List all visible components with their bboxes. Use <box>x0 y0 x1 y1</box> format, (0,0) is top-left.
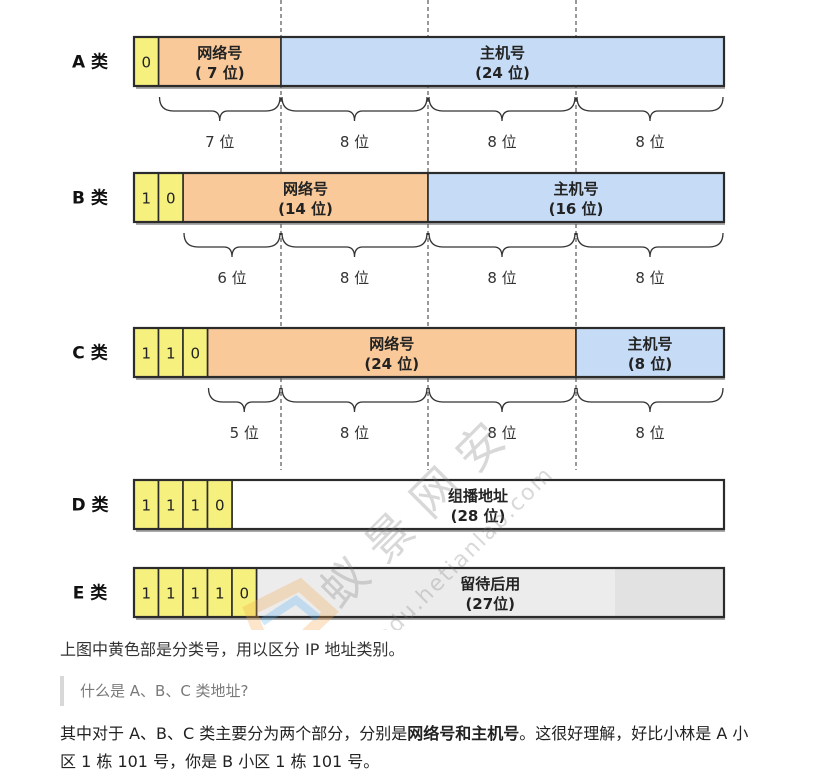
brace-bit-count: 8 位 <box>635 133 664 151</box>
bit-brace <box>207 387 281 413</box>
class-bit-value: 1 <box>215 585 225 603</box>
bit-brace <box>428 232 576 258</box>
bit-brace <box>183 232 281 258</box>
reserved-bits: (27位) <box>465 595 515 613</box>
reserved-title: 留待后用 <box>460 575 520 593</box>
brace-bit-count: 7 位 <box>205 133 234 151</box>
class-bit-value: 1 <box>166 345 176 363</box>
class-bit-value: 0 <box>190 345 200 363</box>
reserved-shade <box>615 569 723 616</box>
bit-brace <box>158 96 281 122</box>
class-bit-value: 1 <box>141 345 151 363</box>
brace-bit-count: 8 位 <box>340 133 369 151</box>
class-row: B 类 网络号 (14 位) 主机号 (16 位) 1 0 6 位 8 位 8 位 8 位 <box>72 171 726 287</box>
bit-brace <box>281 96 428 122</box>
brace-bit-count: 8 位 <box>635 424 664 442</box>
network-title: 网络号 <box>369 335 414 353</box>
network-bits: (14 位) <box>278 200 333 218</box>
host-bits: (16 位) <box>549 200 604 218</box>
brace-bit-count: 5 位 <box>230 424 259 442</box>
ip-class-diagram: A 类网络号( 7 位)主机号(24 位)07 位8 位8 位8 位B 类网络号… <box>71 0 726 630</box>
blockquote-question: 什么是 A、B、C 类地址? <box>60 676 249 706</box>
brace-bit-count: 8 位 <box>340 424 369 442</box>
network-title: 网络号 <box>197 44 242 62</box>
class-bit-value: 1 <box>190 497 200 515</box>
class-label: E 类 <box>73 583 109 604</box>
brace-bit-count: 8 位 <box>487 133 516 151</box>
class-bit-value: 1 <box>190 585 200 603</box>
class-bit-value: 0 <box>166 190 176 208</box>
para-bold-text: 网络号和主机号 <box>407 724 520 743</box>
bit-brace <box>281 387 428 413</box>
class-bit-value: 1 <box>141 585 151 603</box>
class-bit-value: 1 <box>166 585 176 603</box>
class-bit-value: 1 <box>141 497 151 515</box>
host-title: 主机号 <box>627 335 672 353</box>
class-label: B 类 <box>72 188 109 209</box>
bit-brace <box>281 232 428 258</box>
host-title: 主机号 <box>553 180 598 198</box>
class-row: A 类 网络号 ( 7 位) 主机号 (24 位) 0 7 位 8 位 8 位 8 位 <box>72 35 726 151</box>
class-bit-value: 1 <box>141 190 151 208</box>
bit-brace <box>576 96 724 122</box>
class-bit-value: 1 <box>166 497 176 515</box>
class-label: D 类 <box>71 495 109 516</box>
brace-bit-count: 8 位 <box>340 269 369 287</box>
network-title: 网络号 <box>283 180 328 198</box>
brace-bit-count: 8 位 <box>487 269 516 287</box>
host-bits: (24 位) <box>475 64 530 82</box>
class-label: C 类 <box>72 343 108 364</box>
bit-brace <box>428 96 576 122</box>
class-bit-value: 0 <box>239 585 249 603</box>
host-bits: (8 位) <box>628 355 672 373</box>
class-bit-value: 0 <box>215 497 225 515</box>
bit-brace <box>576 387 724 413</box>
network-bits: (24 位) <box>364 355 419 373</box>
explanation-paragraph: 其中对于 A、B、C 类主要分为两个部分，分别是网络号和主机号。这很好理解，好比… <box>60 720 760 776</box>
para-text-before: 其中对于 A、B、C 类主要分为两个部分，分别是 <box>60 724 408 743</box>
network-bits: ( 7 位) <box>195 64 245 82</box>
class-bit-value: 0 <box>141 54 151 72</box>
bit-brace <box>428 387 576 413</box>
diagram-caption: 上图中黄色部是分类号，用以区分 IP 地址类别。 <box>60 640 405 659</box>
class-label: A 类 <box>72 52 109 73</box>
class-row: C 类网络号(24 位)主机号(8 位)1 1 05 位8 位8 位8 位 <box>72 326 726 442</box>
bit-brace <box>576 232 724 258</box>
host-title: 主机号 <box>480 44 525 62</box>
brace-bit-count: 6 位 <box>217 269 246 287</box>
brace-bit-count: 8 位 <box>635 269 664 287</box>
